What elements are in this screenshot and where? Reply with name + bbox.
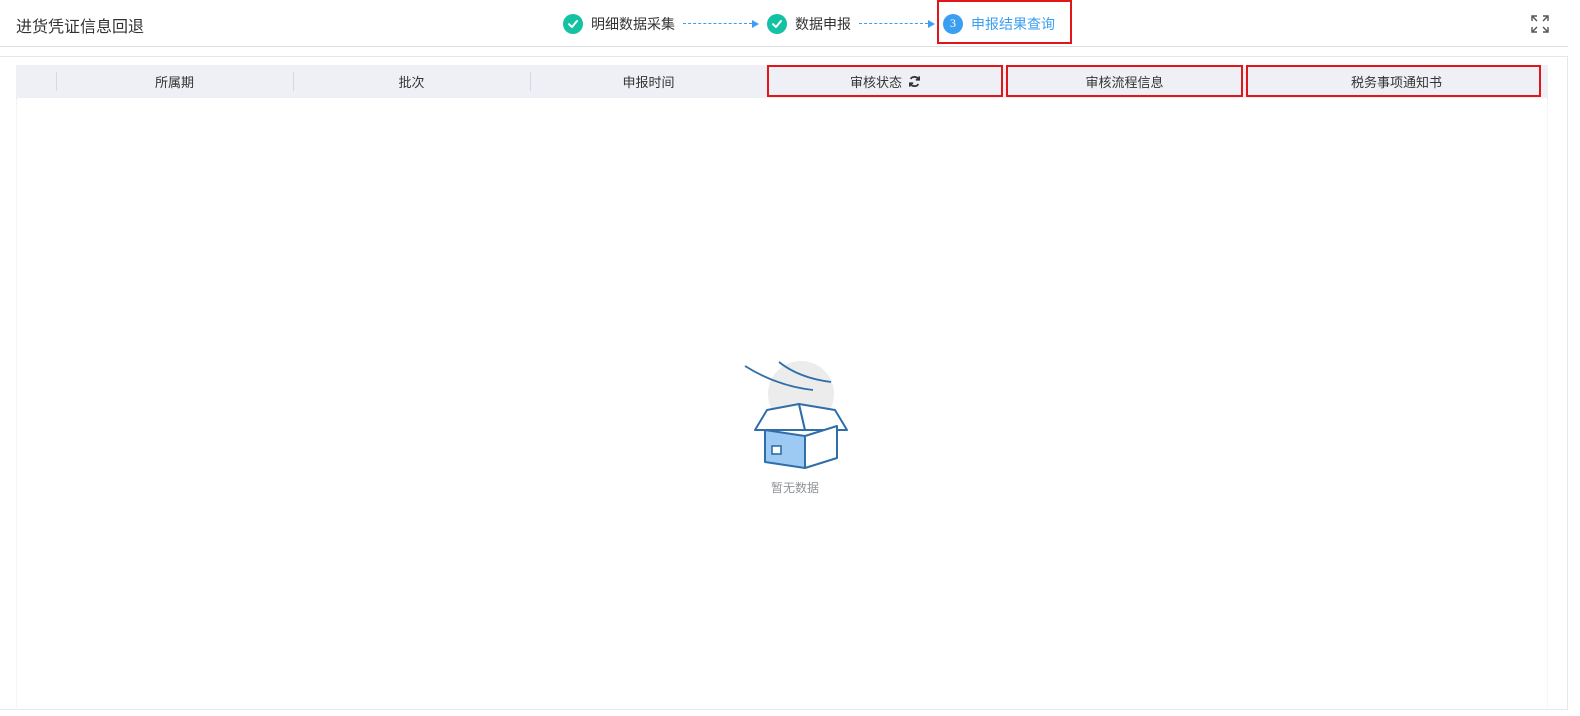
fullscreen-icon[interactable] xyxy=(1530,14,1550,34)
empty-text: 暂无数据 xyxy=(770,481,819,495)
table-body: 暂无数据 xyxy=(16,98,1548,708)
highlight-box xyxy=(1006,65,1243,97)
step-detail-collection[interactable]: 明细数据采集 xyxy=(563,13,675,34)
step-label: 数据申报 xyxy=(795,16,851,33)
check-icon xyxy=(563,13,583,34)
step-arrow-icon xyxy=(859,19,935,28)
highlight-box xyxy=(937,0,1072,44)
col-batch: 批次 xyxy=(293,65,530,98)
empty-state: 暂无数据 xyxy=(727,360,863,495)
result-panel: 所属期 批次 申报时间 审核状态 审核流程信息 税务事项通知书 暂无数据 xyxy=(0,56,1568,710)
highlight-box xyxy=(1246,65,1541,97)
step-data-declare[interactable]: 数据申报 xyxy=(767,13,851,34)
col-period: 所属期 xyxy=(56,65,293,98)
highlight-box xyxy=(767,65,1003,97)
col-declare-time: 申报时间 xyxy=(530,65,767,98)
page-header: 进货凭证信息回退 明细数据采集 数据申报 3 申报结果查询 xyxy=(0,0,1568,47)
check-icon xyxy=(767,13,787,34)
empty-box-icon xyxy=(744,361,848,469)
step-arrow-icon xyxy=(683,19,759,28)
page-title: 进货凭证信息回退 xyxy=(16,17,145,36)
table-header-index xyxy=(16,65,56,98)
step-label: 明细数据采集 xyxy=(591,16,675,33)
